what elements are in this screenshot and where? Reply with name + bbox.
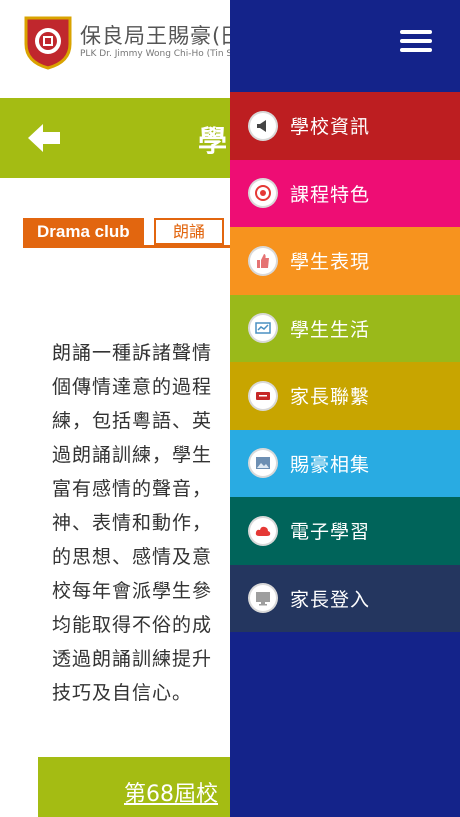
tab-drama-club[interactable]: Drama club — [23, 218, 144, 245]
thumbs-up-icon — [248, 245, 278, 276]
menu-item-student-life[interactable]: 學生生活 — [230, 294, 460, 362]
target-icon — [248, 178, 278, 209]
menu-item-curriculum[interactable]: 課程特色 — [230, 159, 460, 227]
menu-item-photo-gallery[interactable]: 賜豪相集 — [230, 429, 460, 497]
menu-label: 課程特色 — [290, 183, 371, 206]
competition-link[interactable]: 第68屆校 — [124, 776, 218, 808]
menu-label: 學生表現 — [290, 251, 371, 274]
menu-item-parent-contact[interactable]: 家長聯繫 — [230, 362, 460, 430]
tab-recitation[interactable]: 朗誦 — [154, 218, 224, 245]
monitor-icon — [248, 583, 278, 614]
page-title: 學 — [198, 124, 228, 158]
tab-underline — [23, 245, 230, 248]
menu-label: 學校資訊 — [290, 116, 371, 139]
menu-item-e-learning[interactable]: 電子學習 — [230, 497, 460, 565]
menu-label: 學生生活 — [290, 318, 371, 341]
school-logo — [24, 16, 72, 70]
menu-item-student-performance[interactable]: 學生表現 — [230, 227, 460, 295]
menu-label: 電子學習 — [290, 521, 371, 544]
menu-label: 家長聯繫 — [290, 386, 371, 409]
cloud-icon — [248, 515, 278, 546]
school-name-chinese: 保良局王賜豪(田 — [80, 24, 244, 48]
back-arrow-icon[interactable] — [26, 122, 62, 154]
school-name-english: PLK Dr. Jimmy Wong Chi-Ho (Tin S — [80, 49, 233, 59]
hamburger-menu-icon[interactable] — [400, 30, 432, 56]
side-drawer: 學校資訊 課程特色 學生表現 學生生活 家長聯繫 賜豪相集 電子學習 家長登入 — [230, 0, 460, 817]
message-icon — [248, 380, 278, 411]
menu-label: 家長登入 — [290, 588, 371, 611]
megaphone-icon — [248, 110, 278, 141]
chart-icon — [248, 313, 278, 344]
menu-item-parent-login[interactable]: 家長登入 — [230, 564, 460, 632]
menu-label: 賜豪相集 — [290, 453, 371, 476]
photo-icon — [248, 448, 278, 479]
menu-item-school-info[interactable]: 學校資訊 — [230, 92, 460, 160]
